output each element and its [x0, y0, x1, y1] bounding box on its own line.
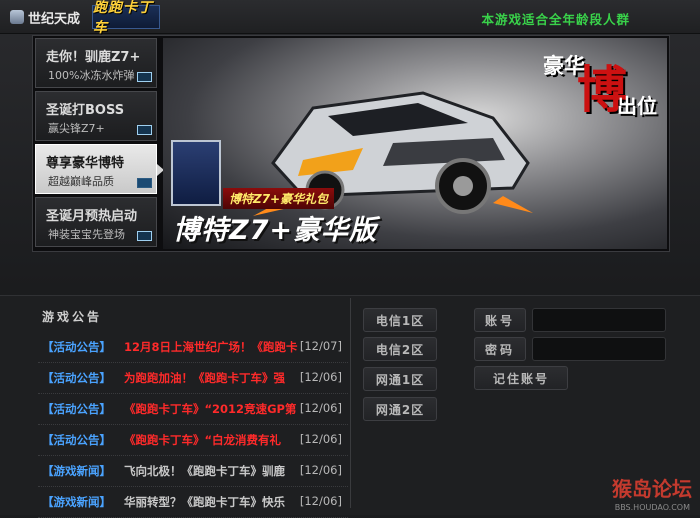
account-label: 账号 — [474, 308, 526, 332]
promo-tab-subtitle: 100%冰冻水炸弹 — [48, 69, 135, 82]
promo-tab-title: 圣诞月预热启动 — [46, 209, 138, 224]
notice-text[interactable]: 12月8日上海世纪广场！《跑跑卡 — [124, 339, 302, 355]
promo-tab-subtitle: 神装宝宝先登场 — [48, 228, 125, 241]
notice-title: 游戏公告 — [42, 310, 103, 324]
watermark: 猴岛论坛 — [612, 477, 692, 501]
server-telecom-2-button[interactable]: 电信2区 — [363, 337, 437, 361]
promo-tab-title: 圣诞打BOSS — [46, 103, 125, 118]
panel-divider — [350, 298, 351, 508]
promo-tab-3[interactable]: 尊享豪华博特 超越巅峰品质 — [35, 144, 164, 194]
promo-tab-4[interactable]: 圣诞月预热启动 神装宝宝先登场 — [35, 197, 157, 247]
gift-pack-label: 博特Z7+豪华礼包 — [223, 188, 335, 209]
publisher-logo: 世纪天成 — [10, 7, 80, 27]
tab-tag-icon — [137, 231, 152, 241]
notice-category[interactable]: 【活动公告】 — [42, 370, 111, 386]
notice-date: [12/06] — [299, 401, 342, 415]
promo-tab-2[interactable]: 圣诞打BOSS 赢尖锋Z7+ — [35, 91, 157, 141]
promo-tab-title: 走你！驯鹿Z7+ — [46, 50, 141, 65]
promo-tab-subtitle: 赢尖锋Z7+ — [48, 122, 105, 135]
promo-banner[interactable]: 博特Z7+豪华礼包 博特Z7+豪华版 豪华 博 出位 — [163, 38, 667, 249]
account-input[interactable] — [532, 308, 666, 332]
notice-category[interactable]: 【活动公告】 — [42, 432, 111, 448]
watermark-url: BBS.HOUDAO.COM — [614, 503, 690, 512]
notice-date: [12/06] — [299, 463, 342, 477]
notice-list: 【活动公告】 12月8日上海世纪广场！《跑跑卡 [12/07] 【活动公告】 为… — [38, 332, 348, 518]
promo-area: 走你！驯鹿Z7+ 100%冰冻水炸弹 圣诞打BOSS 赢尖锋Z7+ 尊享豪华博特… — [32, 35, 670, 252]
remember-account-button[interactable]: 记住账号 — [474, 366, 568, 390]
tab-tag-icon — [137, 178, 152, 188]
notice-item[interactable]: 【活动公告】 《跑跑卡丁车》“白龙消费有礼 [12/06] — [38, 425, 348, 456]
age-rating-note: 本游戏适合全年龄段人群 — [481, 12, 630, 27]
notice-item[interactable]: 【活动公告】 12月8日上海世纪广场！《跑跑卡 [12/07] — [38, 332, 348, 363]
notice-text[interactable]: 《跑跑卡丁车》“2012竞速GP第 — [124, 401, 302, 417]
notice-date: [12/06] — [299, 494, 342, 508]
password-label: 密码 — [474, 337, 526, 361]
notice-text[interactable]: 飞向北极！《跑跑卡丁车》驯鹿 — [124, 463, 302, 479]
server-telecom-1-button[interactable]: 电信1区 — [363, 308, 437, 332]
promo-tab-title: 尊享豪华博特 — [46, 156, 125, 171]
publisher-name: 世纪天成 — [28, 11, 81, 27]
tab-tag-icon — [137, 125, 152, 135]
tab-tag-icon — [137, 72, 152, 82]
promo-headline-right: 出位 — [617, 94, 657, 118]
notice-category[interactable]: 【活动公告】 — [42, 339, 111, 355]
notice-item[interactable]: 【活动公告】 《跑跑卡丁车》“2012竞速GP第 [12/06] — [38, 394, 348, 425]
game-logo: 跑跑卡丁车 — [92, 0, 160, 36]
notice-date: [12/07] — [299, 339, 342, 353]
notice-category[interactable]: 【活动公告】 — [42, 401, 111, 417]
server-netcom-1-button[interactable]: 网通1区 — [363, 367, 437, 391]
notice-item[interactable]: 【游戏新闻】 华丽转型？《跑跑卡丁车》快乐 [12/06] — [38, 487, 348, 518]
notice-category[interactable]: 【游戏新闻】 — [42, 463, 111, 479]
promo-tabs: 走你！驯鹿Z7+ 100%冰冻水炸弹 圣诞打BOSS 赢尖锋Z7+ 尊享豪华博特… — [33, 36, 164, 251]
notice-date: [12/06] — [299, 432, 342, 446]
notice-item[interactable]: 【活动公告】 为跑跑加油！《跑跑卡丁车》强 [12/06] — [38, 363, 348, 394]
title-bar: 世纪天成 跑跑卡丁车 本游戏适合全年龄段人群 — [0, 0, 700, 36]
server-netcom-2-button[interactable]: 网通2区 — [363, 397, 437, 421]
promo-tab-1[interactable]: 走你！驯鹿Z7+ 100%冰冻水炸弹 — [35, 38, 157, 88]
notice-text[interactable]: 华丽转型？《跑跑卡丁车》快乐 — [124, 494, 302, 510]
promo-main-title: 博特Z7+豪华版 — [173, 215, 377, 246]
publisher-logo-icon — [10, 10, 24, 24]
promo-tab-subtitle: 超越巅峰品质 — [48, 175, 114, 188]
notice-text[interactable]: 为跑跑加油！《跑跑卡丁车》强 — [124, 370, 302, 386]
password-input[interactable] — [532, 337, 666, 361]
gift-pack-image — [171, 140, 221, 206]
notice-board: 游戏公告 【活动公告】 12月8日上海世纪广场！《跑跑卡 [12/07] 【活动… — [32, 298, 350, 518]
notice-item[interactable]: 【游戏新闻】 飞向北极！《跑跑卡丁车》驯鹿 [12/06] — [38, 456, 348, 487]
notice-category[interactable]: 【游戏新闻】 — [42, 494, 111, 510]
notice-text[interactable]: 《跑跑卡丁车》“白龙消费有礼 — [124, 432, 302, 448]
notice-date: [12/06] — [299, 370, 342, 384]
